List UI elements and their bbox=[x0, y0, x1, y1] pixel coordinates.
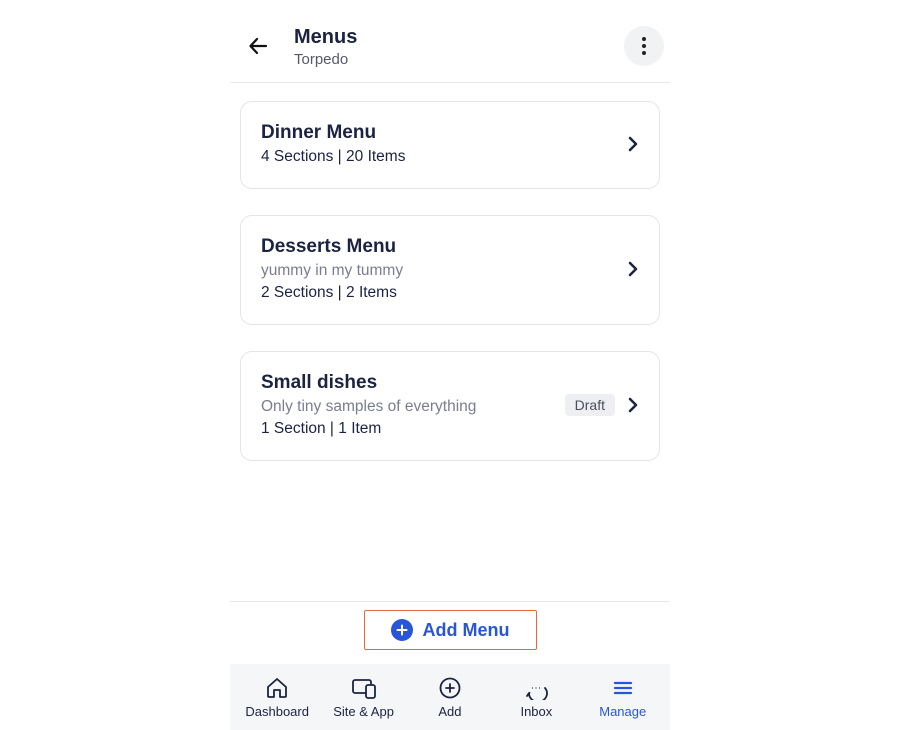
home-icon bbox=[265, 676, 289, 700]
bottom-nav: Dashboard Site & App Add bbox=[230, 664, 670, 730]
menu-card-meta: 4 Sections | 20 Items bbox=[261, 148, 627, 166]
menu-card-title: Small dishes bbox=[261, 372, 565, 394]
title-block: Menus Torpedo bbox=[280, 25, 624, 68]
nav-label: Add bbox=[438, 704, 461, 719]
app-frame: Menus Torpedo Dinner Menu 4 Sections | 2… bbox=[230, 0, 670, 730]
nav-label: Manage bbox=[599, 704, 646, 719]
more-options-button[interactable] bbox=[624, 26, 664, 66]
plus-circle-outline-icon bbox=[438, 676, 462, 700]
nav-dashboard[interactable]: Dashboard bbox=[242, 676, 312, 719]
back-button[interactable] bbox=[236, 24, 280, 68]
plus-circle-icon bbox=[391, 619, 413, 641]
page-subtitle: Torpedo bbox=[294, 51, 624, 68]
nav-label: Dashboard bbox=[245, 704, 309, 719]
chevron-right-icon bbox=[627, 396, 639, 414]
menu-icon bbox=[612, 676, 634, 700]
devices-icon bbox=[351, 676, 377, 700]
back-arrow-icon bbox=[246, 34, 270, 58]
add-menu-button[interactable]: Add Menu bbox=[364, 610, 537, 650]
nav-add[interactable]: Add bbox=[415, 676, 485, 719]
nav-site-and-app[interactable]: Site & App bbox=[329, 676, 399, 719]
page-title: Menus bbox=[294, 25, 624, 49]
add-menu-bar: Add Menu bbox=[230, 601, 670, 656]
menu-card-title: Dinner Menu bbox=[261, 122, 627, 144]
menu-card[interactable]: Desserts Menu yummy in my tummy 2 Sectio… bbox=[240, 215, 660, 325]
menu-card-title: Desserts Menu bbox=[261, 236, 627, 258]
menu-card-description: Only tiny samples of everything bbox=[261, 398, 565, 416]
menu-card-meta: 1 Section | 1 Item bbox=[261, 420, 565, 438]
chat-icon bbox=[524, 676, 548, 700]
add-menu-label: Add Menu bbox=[423, 620, 510, 641]
status-badge: Draft bbox=[565, 394, 615, 416]
chevron-right-icon bbox=[627, 260, 639, 278]
dots-icon bbox=[642, 37, 646, 41]
menu-list: Dinner Menu 4 Sections | 20 Items Desser… bbox=[230, 83, 670, 461]
menu-card[interactable]: Dinner Menu 4 Sections | 20 Items bbox=[240, 101, 660, 189]
nav-inbox[interactable]: Inbox bbox=[501, 676, 571, 719]
menu-card[interactable]: Small dishes Only tiny samples of everyt… bbox=[240, 351, 660, 461]
menu-card-description: yummy in my tummy bbox=[261, 262, 627, 280]
nav-manage[interactable]: Manage bbox=[588, 676, 658, 719]
nav-label: Inbox bbox=[520, 704, 552, 719]
header: Menus Torpedo bbox=[230, 0, 670, 83]
chevron-right-icon bbox=[627, 135, 639, 153]
nav-label: Site & App bbox=[333, 704, 394, 719]
menu-card-meta: 2 Sections | 2 Items bbox=[261, 284, 627, 302]
